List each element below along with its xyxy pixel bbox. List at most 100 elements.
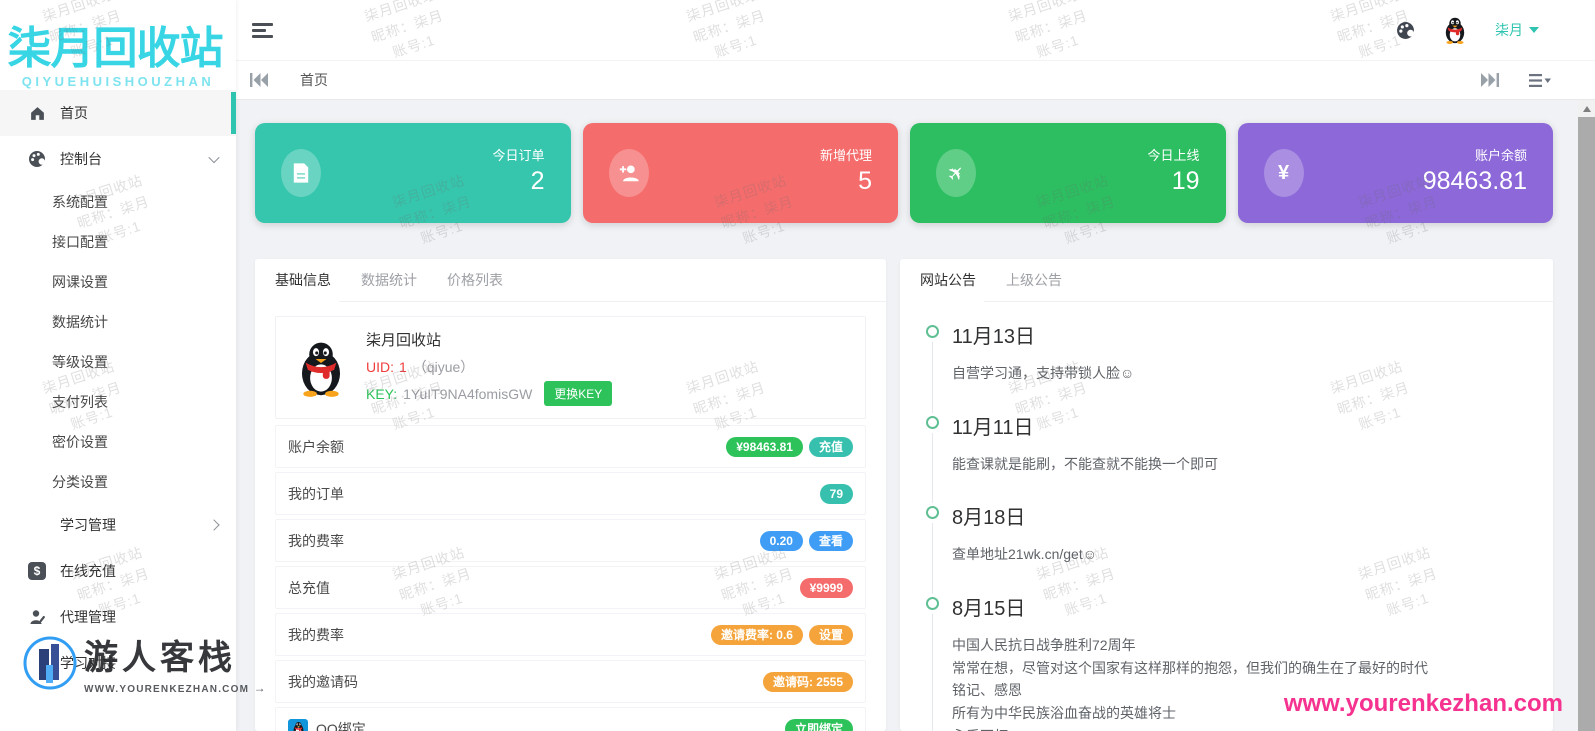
- timeline-dot: [926, 597, 939, 611]
- balance-badge: ¥98463.81: [726, 436, 803, 457]
- sidebar-item-study-manage[interactable]: 学习管理: [0, 502, 236, 548]
- header-actions: 柒月: [1396, 16, 1539, 44]
- skip-back-icon[interactable]: [250, 73, 268, 87]
- announcements-panel: 网站公告 上级公告 11月13日 自营学习通，支持带锁人脸☺ 11月11日 能查…: [900, 259, 1553, 731]
- chevron-right-icon: [208, 519, 220, 531]
- sidebar-menu: 首页 控制台 系统配置 接口配置 网课设置 数据统计 等级设置 支付列表 密价设…: [0, 90, 236, 686]
- stat-label: 今日订单: [492, 148, 545, 163]
- stat-label: 今日上线: [1147, 148, 1200, 163]
- dashboard-page: 柒月回收站 QIYUEHUISHOUZHAN 首页 控制台 系统配置 接口配置: [0, 0, 1595, 731]
- stat-card-today-orders: 今日订单 2: [255, 123, 571, 223]
- announcement-date: 11月11日: [952, 416, 1034, 439]
- account-info-list: 账户余额 ¥98463.81 充值 我的订单 79 我的费率 0.20 查看 总…: [275, 425, 866, 731]
- sidebar-item-online-recharge[interactable]: $ 在线充值: [0, 548, 236, 594]
- stat-label: 账户余额: [1474, 148, 1527, 163]
- caret-down-icon: [1529, 27, 1539, 33]
- key-value: 1YuIT9NA4fomisGW: [403, 385, 533, 402]
- scroll-up-arrow[interactable]: [1578, 100, 1595, 117]
- sidebar-item-label: 代理管理: [60, 609, 116, 625]
- sidebar-item-home[interactable]: 首页: [0, 90, 236, 136]
- palette-icon: [28, 150, 46, 168]
- stat-value: 2: [530, 167, 545, 195]
- orders-count-badge: 79: [819, 483, 853, 504]
- dollar-icon: $: [28, 562, 46, 580]
- announcement-text: 中国人民抗日战争胜利72周年 常常在想，尽管对这个国家有这样那样的抱怨，但我们的…: [952, 637, 1428, 731]
- chevron-down-icon: [208, 151, 220, 164]
- account-row-total-recharge: 总充值 ¥9999: [275, 566, 866, 609]
- tab-site-announcements[interactable]: 网站公告: [900, 259, 984, 302]
- basic-info-panel: 基础信息 数据统计 价格列表 柒月回收站 UID: 1 （qiyue） KEY:…: [255, 259, 886, 731]
- recharge-button[interactable]: 充值: [808, 436, 853, 457]
- app-logo-title: 柒月回收站: [7, 24, 224, 73]
- announcement-item: 11月13日 自营学习通，支持带锁人脸☺: [926, 320, 1527, 413]
- sidebar-toggle-button[interactable]: [252, 20, 273, 41]
- skip-forward-icon[interactable]: [1481, 73, 1499, 87]
- user-menu[interactable]: 柒月: [1495, 20, 1539, 40]
- yen-icon: ¥: [1263, 149, 1304, 197]
- stat-label: 新增代理: [819, 148, 872, 163]
- uid-note: （qiyue）: [412, 359, 475, 375]
- app-logo-subtitle: QIYUEHUISHOUZHAN: [21, 74, 215, 89]
- announcement-date: 8月15日: [952, 598, 1026, 621]
- sidebar-item-console[interactable]: 控制台: [0, 136, 236, 182]
- sidebar-subitem-api-config[interactable]: 接口配置: [0, 222, 236, 262]
- grid-icon: [28, 516, 46, 534]
- vertical-scrollbar[interactable]: [1578, 100, 1595, 731]
- scrollbar-thumb[interactable]: [1578, 117, 1595, 731]
- account-row-invite-rate: 我的费率 邀请费率: 0.6 设置: [275, 613, 866, 656]
- sidebar-subitem-level-settings[interactable]: 等级设置: [0, 342, 236, 382]
- sidebar-subitem-category-settings[interactable]: 分类设置: [0, 462, 236, 502]
- account-row-rate: 我的费率 0.20 查看: [275, 519, 866, 562]
- user-avatar[interactable]: [1441, 16, 1469, 44]
- stat-value: 98463.81: [1422, 167, 1527, 195]
- sidebar-subitem-secret-price[interactable]: 密价设置: [0, 422, 236, 462]
- agent-icon: [28, 608, 46, 626]
- tab-parent-announcements[interactable]: 上级公告: [1006, 259, 1062, 301]
- user-plus-icon: [608, 149, 649, 197]
- account-row-balance: 账户余额 ¥98463.81 充值: [275, 425, 866, 468]
- bind-qq-button[interactable]: 立即绑定: [784, 718, 853, 731]
- uid-label: UID:: [366, 359, 394, 375]
- sidebar-item-label: 控制台: [60, 151, 102, 167]
- sidebar-submenu-console: 系统配置 接口配置 网课设置 数据统计 等级设置 支付列表 密价设置 分类设置: [0, 182, 236, 502]
- sidebar-subitem-data-stats[interactable]: 数据统计: [0, 302, 236, 342]
- profile-card: 柒月回收站 UID: 1 （qiyue） KEY: 1YuIT9NA4fomis…: [275, 316, 866, 419]
- sidebar-subitem-system-config[interactable]: 系统配置: [0, 182, 236, 222]
- tab-basic-info[interactable]: 基础信息: [255, 259, 339, 302]
- account-row-invite-code: 我的邀请码 邀请码: 2555: [275, 660, 866, 703]
- announcement-item: 11月11日 能查课就是能刷，不能查就不能换一个即可: [926, 411, 1527, 504]
- stat-card-balance: ¥ 账户余额 98463.81: [1237, 123, 1553, 223]
- theme-palette-icon[interactable]: [1396, 21, 1415, 40]
- announcement-item: 8月15日 中国人民抗日战争胜利72周年 常常在想，尽管对这个国家有这样那样的抱…: [926, 592, 1527, 731]
- announcement-text: 查单地址21wk.cn/get☺: [952, 546, 1098, 563]
- account-row-orders: 我的订单 79: [275, 472, 866, 515]
- tab-home[interactable]: 首页: [296, 61, 332, 99]
- top-header: 柒月: [236, 0, 1595, 60]
- tab-options-icon[interactable]: [1529, 73, 1551, 88]
- key-label: KEY:: [366, 385, 398, 402]
- profile-name: 柒月回收站: [366, 332, 442, 349]
- timeline-dot: [926, 415, 939, 429]
- announcement-text: 能查课就是能刷，不能查就不能换一个即可: [952, 455, 1218, 472]
- announcement-item: 8月18日 查单地址21wk.cn/get☺: [926, 501, 1527, 595]
- sidebar-item-label: 在线充值: [60, 563, 116, 579]
- sidebar-item-study-connect[interactable]: 学习对接: [0, 640, 236, 686]
- change-key-button[interactable]: 更换KEY: [544, 381, 613, 406]
- set-invite-rate-button[interactable]: 设置: [808, 624, 853, 645]
- tab-price-list[interactable]: 价格列表: [447, 259, 503, 301]
- tab-data-stats[interactable]: 数据统计: [361, 259, 417, 301]
- announcement-timeline: 11月13日 自营学习通，支持带锁人脸☺ 11月11日 能查课就是能刷，不能查就…: [900, 302, 1553, 731]
- stat-cards-row: 今日订单 2 新增代理 5 ✈ 今日上线 19 ¥ 账户余额 98463.81: [255, 123, 1553, 223]
- plane-icon: ✈: [936, 149, 976, 197]
- account-row-qq-bind: QQ绑定 立即绑定: [275, 707, 866, 731]
- sidebar-item-agent-manage[interactable]: 代理管理: [0, 594, 236, 640]
- announcement-date: 8月18日: [952, 507, 1026, 530]
- app-logo: 柒月回收站 QIYUEHUISHOUZHAN: [0, 0, 236, 90]
- stat-card-new-agents: 新增代理 5: [582, 123, 898, 223]
- invite-rate-badge: 邀请费率: 0.6: [710, 624, 803, 645]
- view-rate-button[interactable]: 查看: [808, 530, 853, 551]
- sidebar-subitem-payment-list[interactable]: 支付列表: [0, 382, 236, 422]
- sidebar-item-label: 学习对接: [60, 655, 116, 671]
- sidebar-subitem-course-settings[interactable]: 网课设置: [0, 262, 236, 302]
- sidebar-item-label: 学习管理: [60, 517, 116, 533]
